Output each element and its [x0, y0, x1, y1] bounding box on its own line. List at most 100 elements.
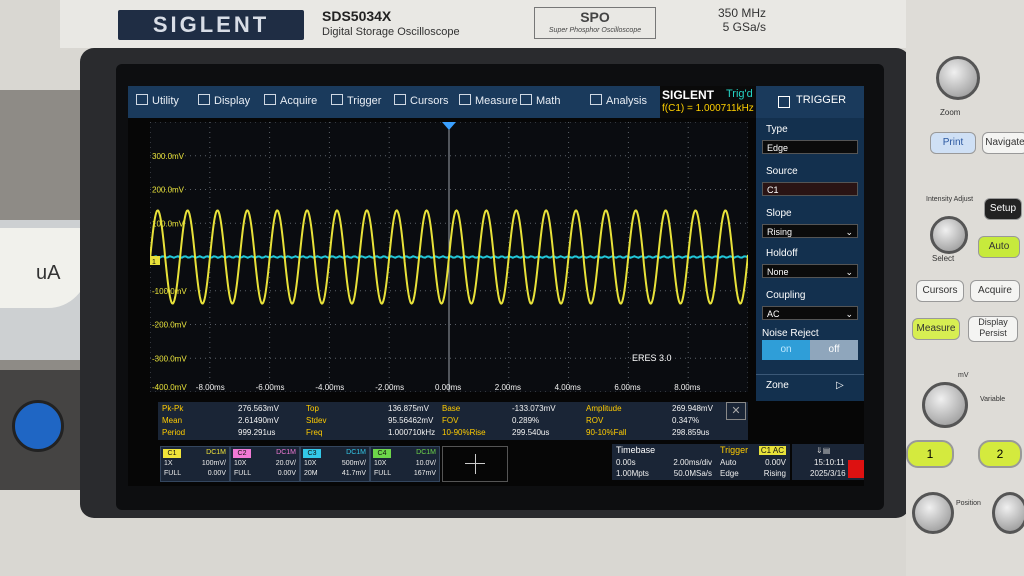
frequency-counter: f(C1) = 1.000711kHz — [662, 103, 754, 114]
zone-label[interactable]: Zone — [766, 380, 789, 391]
navigate-button[interactable]: Navigate — [982, 132, 1024, 154]
menu-label: Display — [214, 95, 251, 107]
holdoff-label: Holdoff — [766, 248, 798, 259]
slope-value: Rising — [767, 227, 793, 237]
print-button[interactable]: Print — [930, 132, 976, 154]
coupling-value: AC — [767, 309, 780, 319]
timebase-title: Timebase — [616, 445, 656, 455]
waveform-display[interactable]: 300.0mV200.0mV100.0mV-100.0mV-200.0mV-30… — [150, 122, 748, 392]
screen-logo: SIGLENT — [662, 88, 715, 102]
trigger-source-tag: C1 AC — [758, 446, 786, 455]
setup-button[interactable]: Setup — [984, 198, 1022, 220]
menu-trigger[interactable]: Trigger — [331, 94, 381, 112]
holdoff-select[interactable]: None ⌄ — [762, 264, 858, 278]
x-tick-label: 0.00ms — [435, 383, 461, 392]
channel-coupling: DC1M — [206, 449, 226, 456]
menu-label: Cursors — [410, 95, 449, 107]
psu-knob[interactable] — [12, 400, 64, 452]
ch1-volts-knob[interactable] — [922, 382, 968, 428]
menu-analysis[interactable]: Analysis — [590, 94, 647, 112]
trigger-status: Trig'd — [726, 88, 753, 100]
menu-utility[interactable]: Utility — [136, 94, 179, 112]
record-indicator — [848, 460, 864, 478]
noise-on-option[interactable]: on — [762, 340, 810, 360]
measurement-value: 136.875mV — [388, 404, 429, 413]
measurement-label: Period — [162, 428, 186, 437]
measurement-label: Base — [442, 404, 461, 413]
noise-reject-toggle[interactable]: on off — [762, 340, 858, 360]
coupling-select[interactable]: AC ⌄ — [762, 306, 858, 320]
measurement-value: 276.563mV — [238, 404, 279, 413]
display-persist-button[interactable]: Display Persist — [968, 316, 1018, 342]
analysis-icon — [590, 94, 602, 105]
menu-label: Acquire — [280, 95, 318, 107]
timebase-box[interactable]: Timebase 0.00s 2.00ms/div 1.00Mpts 50.0M… — [612, 444, 716, 480]
zoom-label: Zoom — [940, 108, 961, 117]
zoom-knob[interactable] — [936, 56, 980, 100]
channel-probe: 10X — [374, 460, 387, 467]
channel-bandwidth: FULL — [374, 470, 392, 477]
chevron-down-icon: ⌄ — [845, 267, 853, 277]
slope-select[interactable]: Rising ⌄ — [762, 224, 858, 238]
source-select[interactable]: C1 — [762, 182, 858, 196]
channel-coupling: DC1M — [416, 449, 436, 456]
position-label: Position — [956, 500, 981, 507]
trigger-status-box[interactable]: Trigger C1 AC Auto 0.00V Edge Rising — [716, 444, 790, 480]
measure-icon — [459, 94, 471, 105]
math-icon — [520, 94, 532, 105]
x-tick-label: -6.00ms — [256, 383, 285, 392]
measurement-label: FOV — [442, 416, 459, 425]
channel-tag: C1 — [163, 449, 181, 458]
channel-4-descriptor[interactable]: C4 DC1M 10X 10.0V/FULL 167mV — [370, 446, 440, 482]
menu-label: Trigger — [347, 95, 382, 107]
ch1-button[interactable]: 1 — [906, 440, 954, 468]
measure-button[interactable]: Measure — [912, 318, 960, 340]
trigger-level: 0.00V — [765, 458, 786, 467]
menu-display[interactable]: Display — [198, 94, 250, 112]
channel-3-descriptor[interactable]: C3 DC1M 10X 500mV/20M 41.7mV — [300, 446, 370, 482]
type-select[interactable]: Edge — [762, 140, 858, 154]
trigger-icon — [331, 94, 343, 105]
measurement-value: 298.859us — [672, 428, 710, 437]
ch2-button[interactable]: 2 — [978, 440, 1022, 468]
x-tick-label: 6.00ms — [614, 383, 640, 392]
cursors-button[interactable]: Cursors — [916, 280, 964, 302]
ch1-position-knob[interactable] — [912, 492, 954, 534]
model-name: SDS5034X — [322, 8, 392, 24]
measurement-table[interactable]: Pk-Pk 276.563mV Top 136.875mV Base -133.073mV… — [158, 402, 748, 440]
x-tick-label: -8.00ms — [196, 383, 225, 392]
measurement-label: Amplitude — [586, 404, 622, 413]
measurement-row: Period 999.291us Freq 1.000710kHz 10-90%Rise… — [158, 427, 748, 439]
trigger-type: Edge — [720, 469, 739, 478]
y-tick-label: 100.0mV — [152, 219, 185, 228]
intensity-label: Intensity Adjust — [926, 196, 974, 203]
add-channel-button[interactable] — [442, 446, 508, 482]
menu-cursors[interactable]: Cursors — [394, 94, 449, 112]
measurement-label: Pk-Pk — [162, 404, 184, 413]
channel-tag: C2 — [233, 449, 251, 458]
type-value: Edge — [767, 143, 789, 153]
chevron-down-icon: ⌄ — [845, 309, 853, 319]
y-tick-label: 200.0mV — [152, 186, 185, 195]
usb-icon[interactable]: ⇓▤ — [816, 446, 830, 455]
type-label: Type — [766, 124, 788, 135]
channel-2-descriptor[interactable]: C2 DC1M 10X 20.0V/FULL 0.00V — [230, 446, 300, 482]
front-panel: Zoom Print Navigate Intensity Adjust Sel… — [906, 0, 1024, 576]
ch2-position-knob[interactable] — [992, 492, 1024, 534]
zone-arrow-icon[interactable]: ▷ — [836, 380, 844, 391]
measurement-value: 2.61490mV — [238, 416, 279, 425]
channel-scale: 20.0V/ — [275, 460, 296, 467]
noise-off-option[interactable]: off — [810, 340, 858, 360]
menu-math[interactable]: Math — [520, 94, 560, 112]
sample-rate-label: 5 GSa/s — [722, 20, 766, 34]
auto-button[interactable]: Auto — [978, 236, 1020, 258]
measurement-label: Stdev — [306, 416, 327, 425]
menu-acquire[interactable]: Acquire — [264, 94, 317, 112]
measurement-value: 0.347% — [672, 416, 700, 425]
acquire-button[interactable]: Acquire — [970, 280, 1020, 302]
source-label: Source — [766, 166, 798, 177]
intensity-knob[interactable] — [930, 216, 968, 254]
menu-measure[interactable]: Measure — [459, 94, 518, 112]
channel-1-descriptor[interactable]: C1 DC1M 1X 100mV/FULL 0.00V — [160, 446, 230, 482]
close-icon[interactable]: ✕ — [726, 402, 746, 420]
